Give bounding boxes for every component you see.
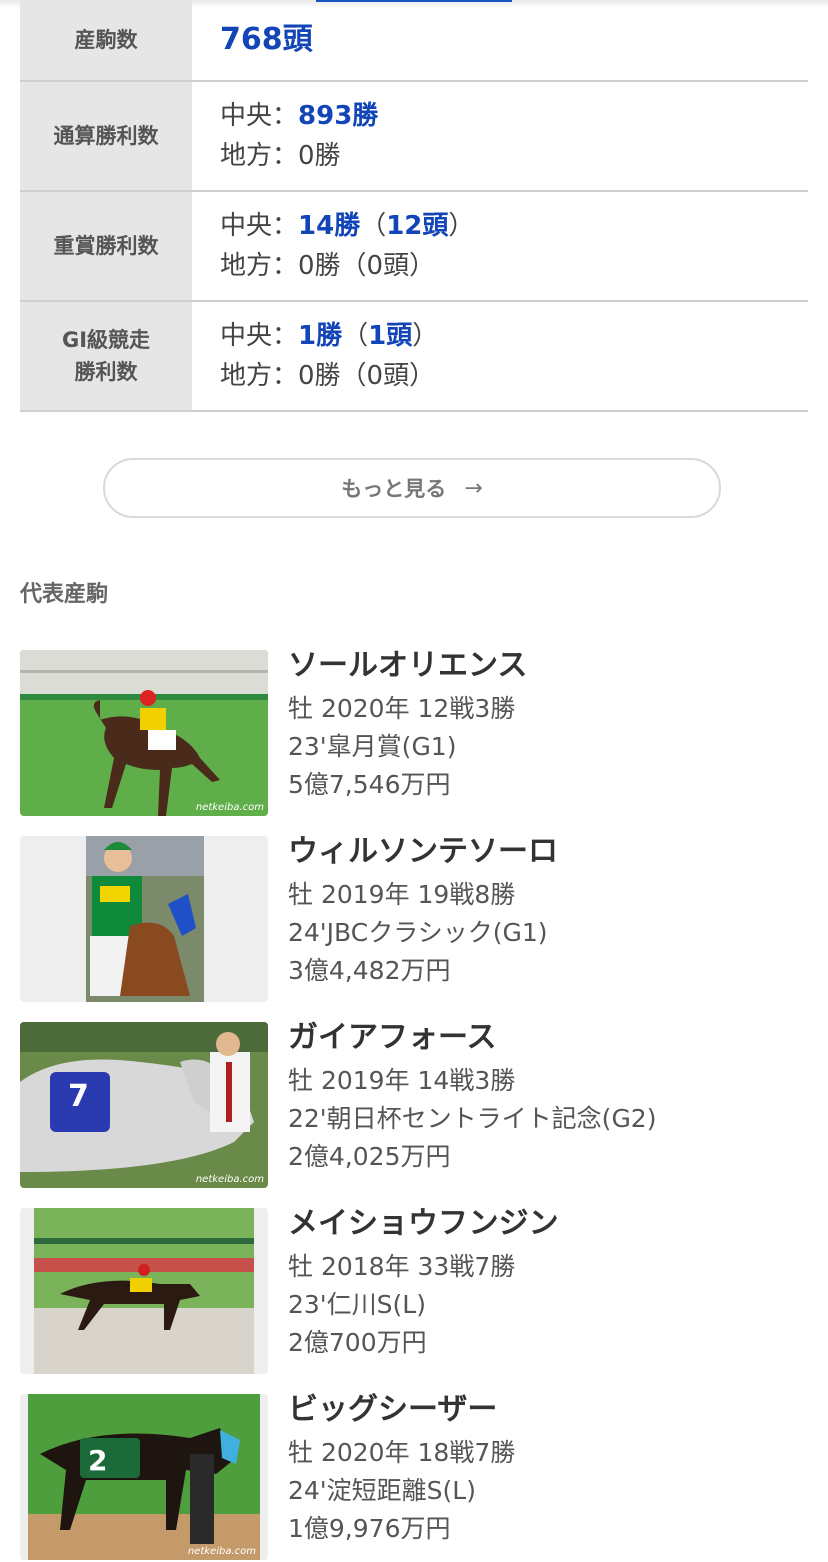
photo-watermark: netkeiba.com (196, 1174, 264, 1185)
horse-earnings: 2億700万円 (288, 1328, 427, 1357)
central-g1-heads-link[interactable]: 1頭 (368, 321, 412, 351)
stats-row-graded-wins: 重賞勝利数 中央：14勝（12頭） 地方：0勝（0頭） (20, 192, 808, 302)
horse-earnings: 3億4,482万円 (288, 956, 451, 985)
offspring-label: 産駒数 (20, 0, 192, 80)
central-prefix: 中央： (220, 321, 299, 351)
local-graded-wins: 地方：0勝（0頭） (220, 251, 436, 281)
central-graded-wins-link[interactable]: 14勝 (298, 211, 360, 241)
horse-item[interactable]: 7 netkeiba.com ガイアフォース 牡 2019年 14戦3勝 22'… (20, 1020, 810, 1188)
horse-name[interactable]: ウィルソンテソーロ (288, 832, 558, 872)
horse-photo[interactable]: 2 netkeiba.com (20, 1394, 268, 1560)
total-wins-label: 通算勝利数 (20, 82, 192, 190)
horse-major-race: 23'仁川S(L) (288, 1290, 426, 1319)
horse-photo[interactable]: netkeiba.com (20, 650, 268, 816)
photo-watermark: netkeiba.com (188, 1546, 256, 1557)
stats-row-total-wins: 通算勝利数 中央：893勝 地方：0勝 (20, 82, 808, 192)
g1-label-line1: GI級競走 (61, 328, 151, 352)
horse-major-race: 24'JBCクラシック(G1) (288, 918, 548, 947)
horse-earnings: 5億7,546万円 (288, 770, 451, 799)
offspring-count-link[interactable]: 768頭 (220, 20, 808, 60)
more-button[interactable]: もっと見る → (103, 458, 721, 518)
photo-watermark: netkeiba.com (196, 802, 264, 813)
horse-photo[interactable] (20, 1208, 268, 1374)
g1-wins-label: GI級競走勝利数 (20, 302, 192, 410)
paren-open: （ (360, 211, 387, 241)
graded-wins-label: 重賞勝利数 (20, 192, 192, 300)
section-title: 代表産駒 (20, 582, 109, 607)
horse-earnings: 1億9,976万円 (288, 1514, 451, 1543)
horse-photo[interactable]: 7 netkeiba.com (20, 1022, 268, 1188)
horse-profile: 牡 2020年 12戦3勝 (288, 694, 516, 723)
horse-name[interactable]: ビッグシーザー (288, 1390, 515, 1430)
horse-profile: 牡 2018年 33戦7勝 (288, 1252, 516, 1281)
sire-stats-table: 産駒数 768頭 通算勝利数 中央：893勝 地方：0勝 重賞勝利数 中央：14… (20, 0, 808, 412)
local-g1-wins: 地方：0勝（0頭） (220, 361, 436, 391)
g1-label-line2: 勝利数 (74, 360, 138, 384)
central-prefix: 中央： (220, 101, 299, 131)
central-prefix: 中央： (220, 211, 299, 241)
horse-photo[interactable] (20, 836, 268, 1002)
central-g1-wins-link[interactable]: 1勝 (298, 321, 342, 351)
paren-open: （ (342, 321, 369, 351)
horse-earnings: 2億4,025万円 (288, 1142, 451, 1171)
central-graded-heads-link[interactable]: 12頭 (386, 211, 448, 241)
paren-close: ） (412, 321, 439, 351)
arrow-right-icon: → (464, 475, 483, 501)
horse-item[interactable]: netkeiba.com ソールオリエンス 牡 2020年 12戦3勝 23'皐… (20, 648, 810, 816)
more-button-label: もっと見る (341, 477, 447, 501)
stats-row-g1-wins: GI級競走勝利数 中央：1勝（1頭） 地方：0勝（0頭） (20, 302, 808, 412)
horse-name[interactable]: ソールオリエンス (288, 646, 527, 686)
local-total-wins: 地方：0勝 (220, 141, 341, 171)
bib-number: 2 (88, 1444, 107, 1477)
horse-profile: 牡 2020年 18戦7勝 (288, 1438, 516, 1467)
horse-name[interactable]: メイショウフンジン (288, 1204, 559, 1244)
horse-profile: 牡 2019年 14戦3勝 (288, 1066, 516, 1095)
horse-major-race: 22'朝日杯セントライト記念(G2) (288, 1104, 657, 1133)
horse-item[interactable]: 2 netkeiba.com ビッグシーザー 牡 2020年 18戦7勝 24'… (20, 1392, 810, 1560)
stats-row-offspring: 産駒数 768頭 (20, 0, 808, 82)
horse-major-race: 23'皐月賞(G1) (288, 732, 457, 761)
horse-name[interactable]: ガイアフォース (288, 1018, 656, 1058)
horse-item[interactable]: メイショウフンジン 牡 2018年 33戦7勝 23'仁川S(L) 2億700万… (20, 1206, 810, 1374)
horse-major-race: 24'淀短距離S(L) (288, 1476, 476, 1505)
horse-item[interactable]: ウィルソンテソーロ 牡 2019年 19戦8勝 24'JBCクラシック(G1) … (20, 834, 810, 1002)
paren-close: ） (448, 211, 475, 241)
central-total-wins-link[interactable]: 893勝 (298, 101, 378, 131)
bib-number: 7 (68, 1079, 89, 1114)
horse-profile: 牡 2019年 19戦8勝 (288, 880, 516, 909)
